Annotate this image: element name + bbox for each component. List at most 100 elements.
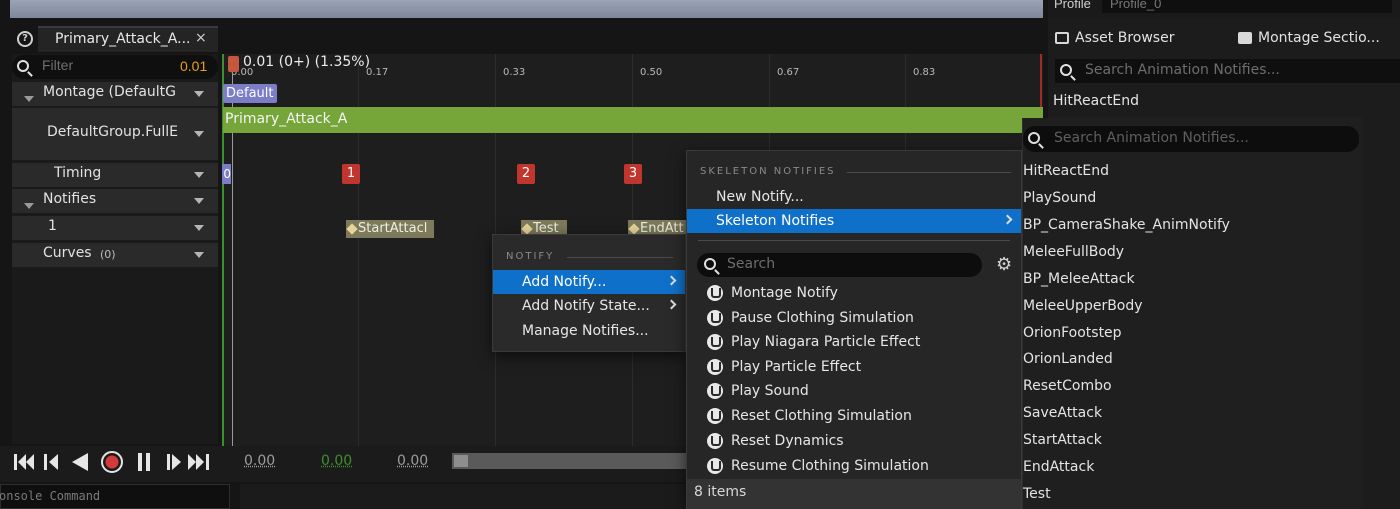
notify-context-menu: NOTIFY Add Notify... Add Notify State...… — [492, 234, 686, 352]
section-badge[interactable]: 3 — [624, 164, 642, 184]
default-section[interactable]: Default — [223, 84, 277, 103]
diamond-icon — [628, 223, 640, 235]
skeleton-notifies-item[interactable]: Skeleton Notifies — [687, 209, 1021, 233]
notify-class-item[interactable]: Play Sound — [707, 379, 809, 403]
notify-class-label: Pause Clothing Simulation — [731, 310, 914, 326]
tick-label: 0.50 — [640, 67, 663, 78]
notify-class-item[interactable]: Montage Notify — [707, 281, 838, 305]
timeline-scrollbar[interactable] — [452, 453, 688, 469]
time-field-start[interactable]: 0.00 — [244, 453, 275, 469]
slot-track[interactable]: DefaultGroup.FullE — [12, 108, 218, 160]
notifies-track[interactable]: Notifies — [12, 189, 218, 213]
skeleton-notify-item[interactable]: MeleeUpperBody — [1023, 293, 1143, 319]
step-forward-icon[interactable] — [167, 454, 181, 470]
scrollbar-thumb[interactable] — [454, 455, 468, 467]
skeleton-notify-item[interactable]: PlaySound — [1023, 185, 1096, 211]
notify-class-item[interactable]: Play Niagara Particle Effect — [707, 330, 920, 354]
notify-marker[interactable]: StartAttacl — [346, 220, 434, 238]
skeleton-notifies-menu: SKELETON NOTIFIES New Notify... Skeleton… — [686, 150, 1022, 509]
search-icon — [17, 60, 29, 72]
skeleton-notify-item[interactable]: OrionFootstep — [1023, 320, 1122, 346]
play-reverse-icon[interactable] — [72, 453, 88, 471]
time-field-current[interactable]: 0.00 — [321, 453, 352, 469]
record-icon[interactable] — [101, 451, 123, 473]
unreal-icon — [707, 383, 723, 399]
montage-track[interactable]: Montage (DefaultG — [12, 82, 218, 106]
skip-to-start-icon[interactable] — [14, 454, 34, 470]
menu-header: SKELETON NOTIFIES — [700, 166, 836, 177]
skeleton-notify-item[interactable]: HitReactEnd — [1023, 158, 1109, 184]
chevron-right-icon — [666, 275, 677, 286]
add-notify-item[interactable]: Add Notify... — [493, 270, 685, 294]
montage-sections-tab[interactable]: Montage Sectio... — [1238, 30, 1380, 46]
scrubber-handle[interactable] — [228, 56, 239, 72]
time-field-end[interactable]: 0.00 — [397, 453, 428, 469]
notify-search-input[interactable]: Search — [697, 253, 982, 277]
add-notify-label: Add Notify... — [522, 274, 607, 290]
notify-class-item[interactable]: Pause Clothing Simulation — [707, 306, 914, 330]
skeleton-notify-item[interactable]: SaveAttack — [1023, 400, 1102, 426]
add-notify-state-label: Add Notify State... — [522, 298, 650, 314]
skeleton-notify-item[interactable]: StartAttack — [1023, 427, 1102, 453]
chevron-down-icon[interactable] — [194, 172, 204, 178]
unreal-icon — [707, 433, 723, 449]
search-icon — [704, 258, 716, 270]
skeleton-notify-item[interactable]: BP_MeleeAttack — [1023, 266, 1135, 292]
chevron-down-icon[interactable] — [194, 91, 204, 97]
slot-segment[interactable]: Primary_Attack_A — [223, 107, 1043, 133]
profile-dropdown[interactable]: Profile_0 — [1102, 0, 1392, 13]
notify-class-item[interactable]: Play Particle Effect — [707, 355, 861, 379]
montage-sections-icon — [1238, 32, 1252, 44]
help-icon[interactable]: ? — [17, 31, 33, 47]
gear-icon[interactable]: ⚙ — [996, 256, 1012, 274]
chevron-down-icon[interactable] — [194, 198, 204, 204]
skip-to-end-icon[interactable] — [188, 454, 209, 470]
skeleton-notify-item[interactable]: MeleeFullBody — [1023, 239, 1124, 265]
timing-marker[interactable]: 0 — [222, 164, 231, 184]
curves-track[interactable]: Curves (0) — [12, 243, 218, 267]
notify-class-label: Resume Clothing Simulation — [731, 458, 929, 474]
curves-track-label: Curves — [43, 245, 92, 261]
new-notify-item[interactable]: New Notify... — [687, 185, 1021, 209]
notify-class-item[interactable]: Resume Clothing Simulation — [707, 454, 929, 478]
step-back-icon[interactable] — [44, 454, 58, 470]
console-command-input[interactable]: onsole Command — [0, 484, 230, 509]
profile-bar: Profile Profile_0 — [1048, 0, 1400, 18]
chevron-down-icon[interactable] — [194, 252, 204, 258]
skeleton-notify-item[interactable]: ResetCombo — [1023, 373, 1112, 399]
unreal-icon — [707, 334, 723, 350]
skeleton-notify-item[interactable]: BP_CameraShake_AnimNotify — [1023, 212, 1230, 238]
asset-browser-tab[interactable]: Asset Browser — [1055, 30, 1174, 46]
notify-class-label: Reset Dynamics — [731, 433, 844, 449]
add-notify-state-item[interactable]: Add Notify State... — [493, 294, 685, 318]
asset-list-item[interactable]: HitReactEnd — [1053, 93, 1139, 109]
tick-label: 0.83 — [913, 67, 936, 78]
asset-search-input[interactable]: Search Animation Notifies... — [1055, 59, 1400, 83]
chevron-down-icon[interactable] — [194, 131, 204, 137]
skeleton-notify-item[interactable]: Test — [1023, 481, 1051, 507]
menu-header: NOTIFY — [506, 251, 555, 262]
manage-notifies-item[interactable]: Manage Notifies... — [493, 319, 685, 343]
section-badge[interactable]: 2 — [517, 164, 535, 184]
montage-sections-label: Montage Sectio... — [1258, 30, 1380, 46]
chevron-down-icon[interactable] — [194, 225, 204, 231]
notify-class-item[interactable]: Reset Dynamics — [707, 429, 844, 453]
filter-placeholder: Filter — [42, 57, 74, 73]
notify-track-1[interactable]: 1 — [12, 216, 218, 240]
timing-track-label: Timing — [54, 165, 102, 181]
tab-primary-attack[interactable]: Primary_Attack_A... × — [38, 26, 218, 52]
notify-class-label: Play Particle Effect — [731, 359, 862, 375]
notify-class-item[interactable]: Reset Clothing Simulation — [707, 404, 912, 428]
close-icon[interactable]: × — [195, 30, 207, 46]
pause-icon[interactable] — [138, 453, 150, 471]
notify-class-label: Play Sound — [731, 383, 809, 399]
slot-track-label: DefaultGroup.FullE — [47, 124, 179, 140]
timing-track[interactable]: Timing — [12, 163, 218, 187]
animation-notify-search-input[interactable]: Search Animation Notifies... — [1023, 126, 1359, 152]
unreal-icon — [707, 408, 723, 424]
skeleton-notify-item[interactable]: EndAttack — [1023, 454, 1094, 480]
skeleton-notify-item[interactable]: OrionLanded — [1023, 346, 1113, 372]
filter-input[interactable]: Filter 0.01 — [12, 55, 218, 79]
notify-label: StartAttacl — [358, 221, 428, 236]
section-badge[interactable]: 1 — [342, 164, 360, 184]
